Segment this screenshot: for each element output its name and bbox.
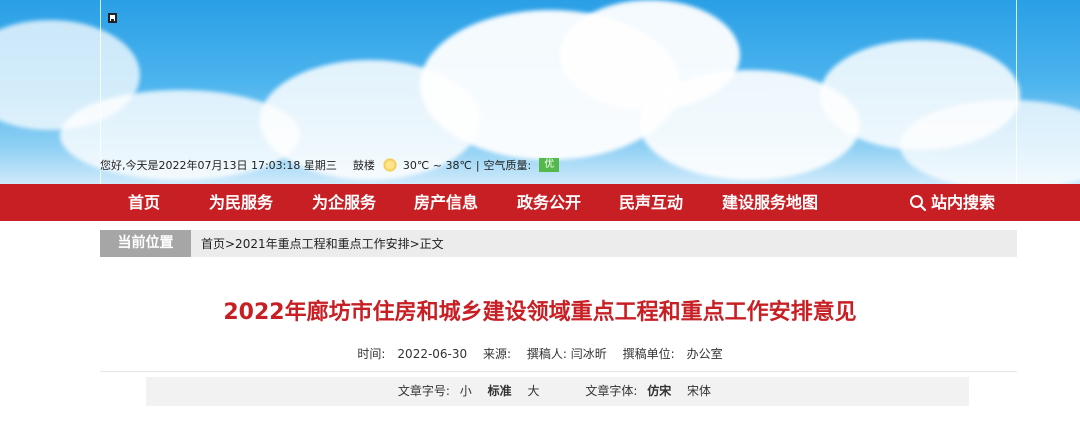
breadcrumb-label: 当前位置	[100, 230, 191, 257]
device-icon[interactable]	[108, 13, 117, 23]
nav-item-home[interactable]: 首页	[128, 184, 160, 221]
author-label: 撰稿人: 闫冰昕	[526, 347, 607, 361]
reading-toolbar: 文章字号: 小 标准 大 文章字体: 仿宋 宋体	[146, 377, 969, 406]
sun-icon	[382, 158, 397, 172]
time-label: 时间:	[357, 347, 386, 361]
temperature: 30℃ ~ 38℃	[402, 158, 472, 172]
unit-label: 撰稿单位:	[622, 347, 675, 361]
meta-divider	[100, 371, 1017, 372]
air-quality-label: 空气质量:	[483, 159, 532, 172]
nav-item-citizen-services[interactable]: 为民服务	[209, 184, 273, 221]
article-title: 2022年廊坊市住房和城乡建设领域重点工程和重点工作安排意见	[223, 300, 857, 325]
font-face-songti[interactable]: 宋体	[687, 384, 711, 398]
date-text: 您好,今天是2022年07月13日 17:03:18 星期三	[100, 159, 337, 172]
site-search-label: 站内搜索	[931, 193, 996, 212]
date-weather-bar: 您好,今天是2022年07月13日 17:03:18 星期三 鼓楼 30℃ ~ …	[100, 156, 560, 174]
nav-item-enterprise-services[interactable]: 为企服务	[312, 184, 376, 221]
font-size-large[interactable]: 大	[527, 384, 539, 398]
nav-item-public-interaction[interactable]: 民声互动	[619, 184, 683, 221]
font-face-fangsong[interactable]: 仿宋	[647, 384, 671, 398]
nav-item-gov-affairs[interactable]: 政务公开	[517, 184, 581, 221]
article-meta: 时间: 2022-06-30 来源: 撰稿人: 闫冰昕 撰稿单位: 办公室	[0, 345, 1080, 362]
search-icon	[910, 194, 927, 211]
air-quality-badge: 优	[539, 158, 560, 172]
font-size-small[interactable]: 小	[460, 384, 472, 398]
time-value: 2022-06-30	[397, 347, 468, 361]
nav-item-service-map[interactable]: 建设服务地图	[722, 184, 818, 221]
separator: |	[475, 158, 480, 172]
city-name: 鼓楼	[352, 159, 375, 172]
breadcrumb: 当前位置 首页>2021年重点工程和重点工作安排>正文	[100, 230, 1017, 257]
source-label: 来源:	[483, 347, 512, 361]
font-size-label: 文章字号:	[397, 384, 450, 398]
main-nav: 首页 为民服务 为企服务 房产信息 政务公开 民声互动 建设服务地图 站内搜索	[0, 184, 1080, 221]
nav-item-housing-info[interactable]: 房产信息	[414, 184, 478, 221]
site-search-button[interactable]: 站内搜索	[909, 184, 995, 221]
font-size-standard[interactable]: 标准	[488, 384, 512, 398]
breadcrumb-path[interactable]: 首页>2021年重点工程和重点工作安排>正文	[201, 235, 444, 252]
unit-value: 办公室	[686, 347, 723, 361]
font-face-label: 文章字体:	[585, 384, 638, 398]
